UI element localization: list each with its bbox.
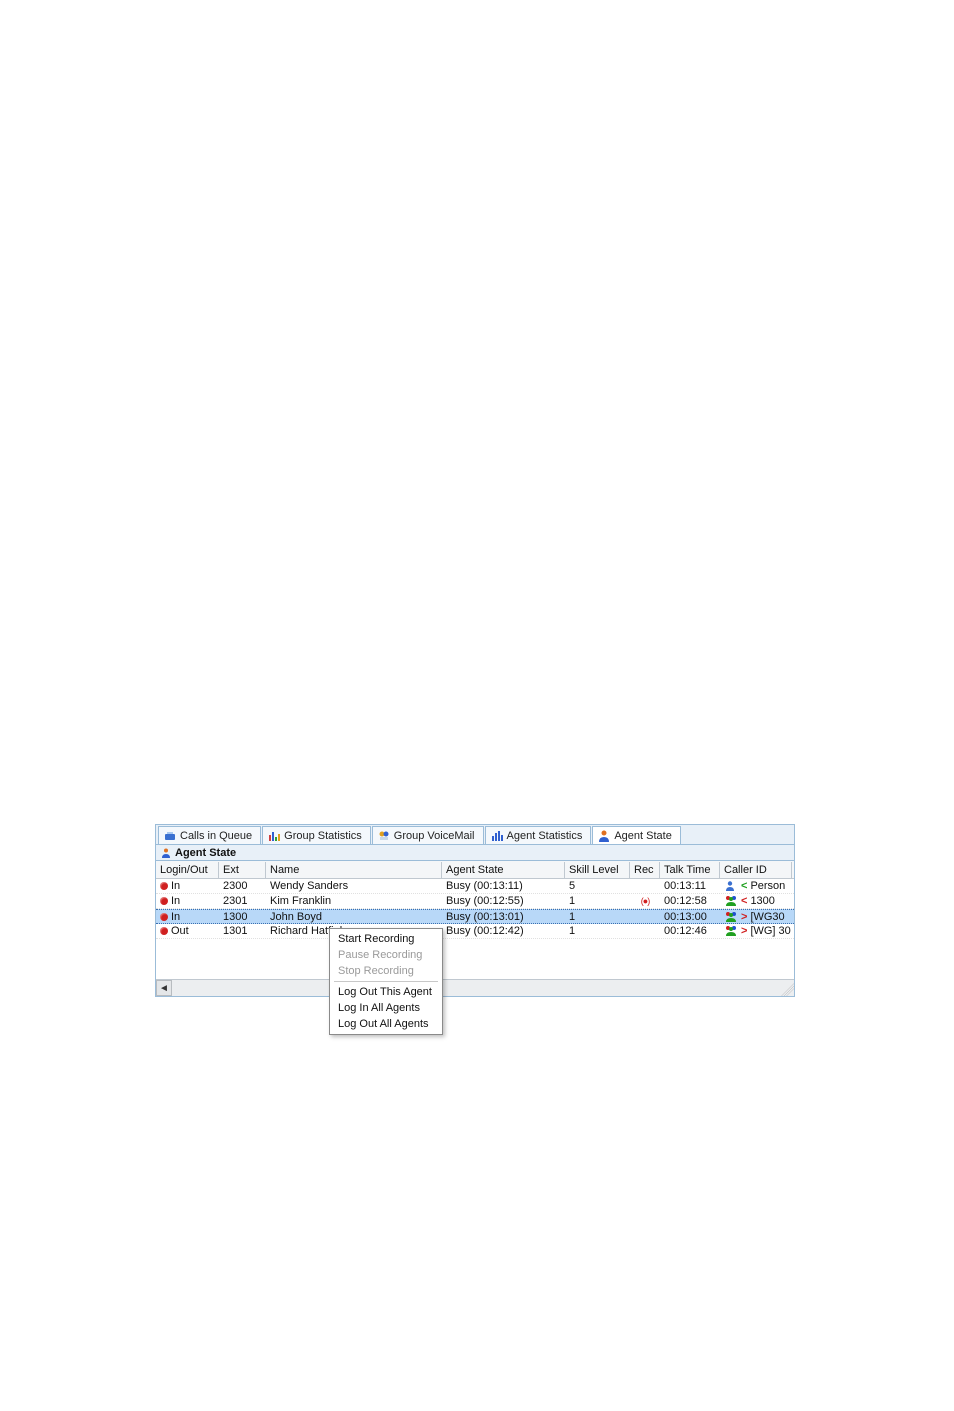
agent-name: Kim Franklin — [270, 895, 331, 907]
tab-label: Agent Statistics — [507, 830, 583, 842]
tab-calls-in-queue[interactable]: Calls in Queue — [158, 826, 261, 844]
col-header-talk[interactable]: Talk Time — [660, 862, 720, 878]
agent-icon — [160, 847, 172, 859]
talk-time: 00:13:11 — [664, 880, 706, 892]
col-header-ext[interactable]: Ext — [219, 862, 266, 878]
menu-pause-recording: Pause Recording — [330, 947, 442, 963]
tab-label: Agent State — [614, 830, 672, 842]
agent-name: John Boyd — [270, 911, 322, 923]
menu-start-recording[interactable]: Start Recording — [330, 931, 442, 947]
tab-agent-statistics[interactable]: Agent Statistics — [485, 826, 592, 844]
person-icon — [724, 880, 738, 892]
agent-state: Busy (00:12:42) — [446, 925, 524, 937]
table-row[interactable]: In 2300 Wendy Sanders Busy (00:13:11) 5 … — [156, 879, 794, 894]
status-dot-icon — [160, 927, 168, 935]
tab-agent-state[interactable]: Agent State — [592, 826, 681, 844]
agent-name: Wendy Sanders — [270, 880, 348, 892]
col-header-rec[interactable]: Rec — [630, 862, 660, 878]
scroll-left-button[interactable]: ◄ — [156, 980, 172, 996]
talk-time: 00:12:58 — [664, 895, 707, 907]
skill-level: 1 — [569, 925, 575, 937]
skill-level: 5 — [569, 880, 575, 892]
col-header-login[interactable]: Login/Out — [156, 862, 219, 878]
voicemail-icon — [377, 829, 391, 843]
caller-id: 1300 — [750, 895, 774, 907]
group-icon — [724, 895, 738, 907]
arrow-in-icon: < — [741, 895, 747, 907]
agent-state-panel: Calls in Queue Group Statistics Group Vo… — [155, 824, 795, 997]
table-row[interactable]: In 1300 John Boyd Busy (00:13:01) 1 00:1… — [156, 909, 794, 924]
context-menu: Start Recording Pause Recording Stop Rec… — [329, 928, 443, 1035]
ext: 1300 — [223, 911, 247, 923]
menu-stop-recording: Stop Recording — [330, 963, 442, 979]
status-dot-icon — [160, 882, 168, 890]
login-state: In — [171, 880, 180, 892]
ext: 2300 — [223, 880, 247, 892]
login-state: In — [171, 911, 180, 923]
status-dot-icon — [160, 913, 168, 921]
status-dot-icon — [160, 897, 168, 905]
queue-icon — [163, 829, 177, 843]
col-header-state[interactable]: Agent State — [442, 862, 565, 878]
menu-logout-all-agents[interactable]: Log Out All Agents — [330, 1016, 442, 1032]
ext: 1301 — [223, 925, 247, 937]
caller-id: [WG30 — [750, 911, 784, 923]
panel-subheader: Agent State — [156, 845, 794, 861]
skill-level: 1 — [569, 895, 575, 907]
table-row[interactable]: In 2301 Kim Franklin Busy (00:12:55) 1 (… — [156, 894, 794, 909]
menu-logout-this-agent[interactable]: Log Out This Agent — [330, 984, 442, 1000]
skill-level: 1 — [569, 911, 575, 923]
rec-indicator-icon: (●) — [641, 896, 649, 906]
horizontal-scrollbar: ◄ — [156, 979, 794, 996]
arrow-out-icon: > — [741, 925, 747, 937]
tab-group-statistics[interactable]: Group Statistics — [262, 826, 371, 844]
subheader-label: Agent State — [175, 847, 236, 859]
bar-chart-icon — [490, 829, 504, 843]
group-icon — [724, 911, 738, 923]
arrow-out-icon: > — [741, 911, 747, 923]
tab-group-voicemail[interactable]: Group VoiceMail — [372, 826, 484, 844]
arrow-in-icon: < — [741, 880, 747, 892]
group-icon — [724, 925, 738, 937]
login-state: Out — [171, 925, 189, 937]
scroll-track[interactable] — [172, 980, 778, 996]
col-header-name[interactable]: Name — [266, 862, 442, 878]
table-header: Login/Out Ext Name Agent State Skill Lev… — [156, 861, 794, 879]
col-header-cid[interactable]: Caller ID — [720, 862, 792, 878]
agent-state: Busy (00:12:55) — [446, 895, 524, 907]
tab-bar: Calls in Queue Group Statistics Group Vo… — [156, 825, 794, 845]
ext: 2301 — [223, 895, 247, 907]
col-header-skill[interactable]: Skill Level — [565, 862, 630, 878]
tab-label: Group Statistics — [284, 830, 362, 842]
tab-label: Calls in Queue — [180, 830, 252, 842]
resize-grip-icon[interactable] — [778, 980, 794, 996]
menu-login-all-agents[interactable]: Log In All Agents — [330, 1000, 442, 1016]
caller-id: [WG] 30 — [750, 925, 790, 937]
tab-label: Group VoiceMail — [394, 830, 475, 842]
agent-state: Busy (00:13:11) — [446, 880, 523, 892]
table-row[interactable]: Out 1301 Richard Hatfiel Busy (00:12:42)… — [156, 924, 794, 939]
caller-id: Person — [750, 880, 785, 892]
agent-state: Busy (00:13:01) — [446, 911, 524, 923]
talk-time: 00:13:00 — [664, 911, 707, 923]
table-body: In 2300 Wendy Sanders Busy (00:13:11) 5 … — [156, 879, 794, 979]
agent-icon — [597, 829, 611, 843]
bar-chart-icon — [267, 829, 281, 843]
login-state: In — [171, 895, 180, 907]
talk-time: 00:12:46 — [664, 925, 707, 937]
menu-separator — [334, 981, 438, 982]
